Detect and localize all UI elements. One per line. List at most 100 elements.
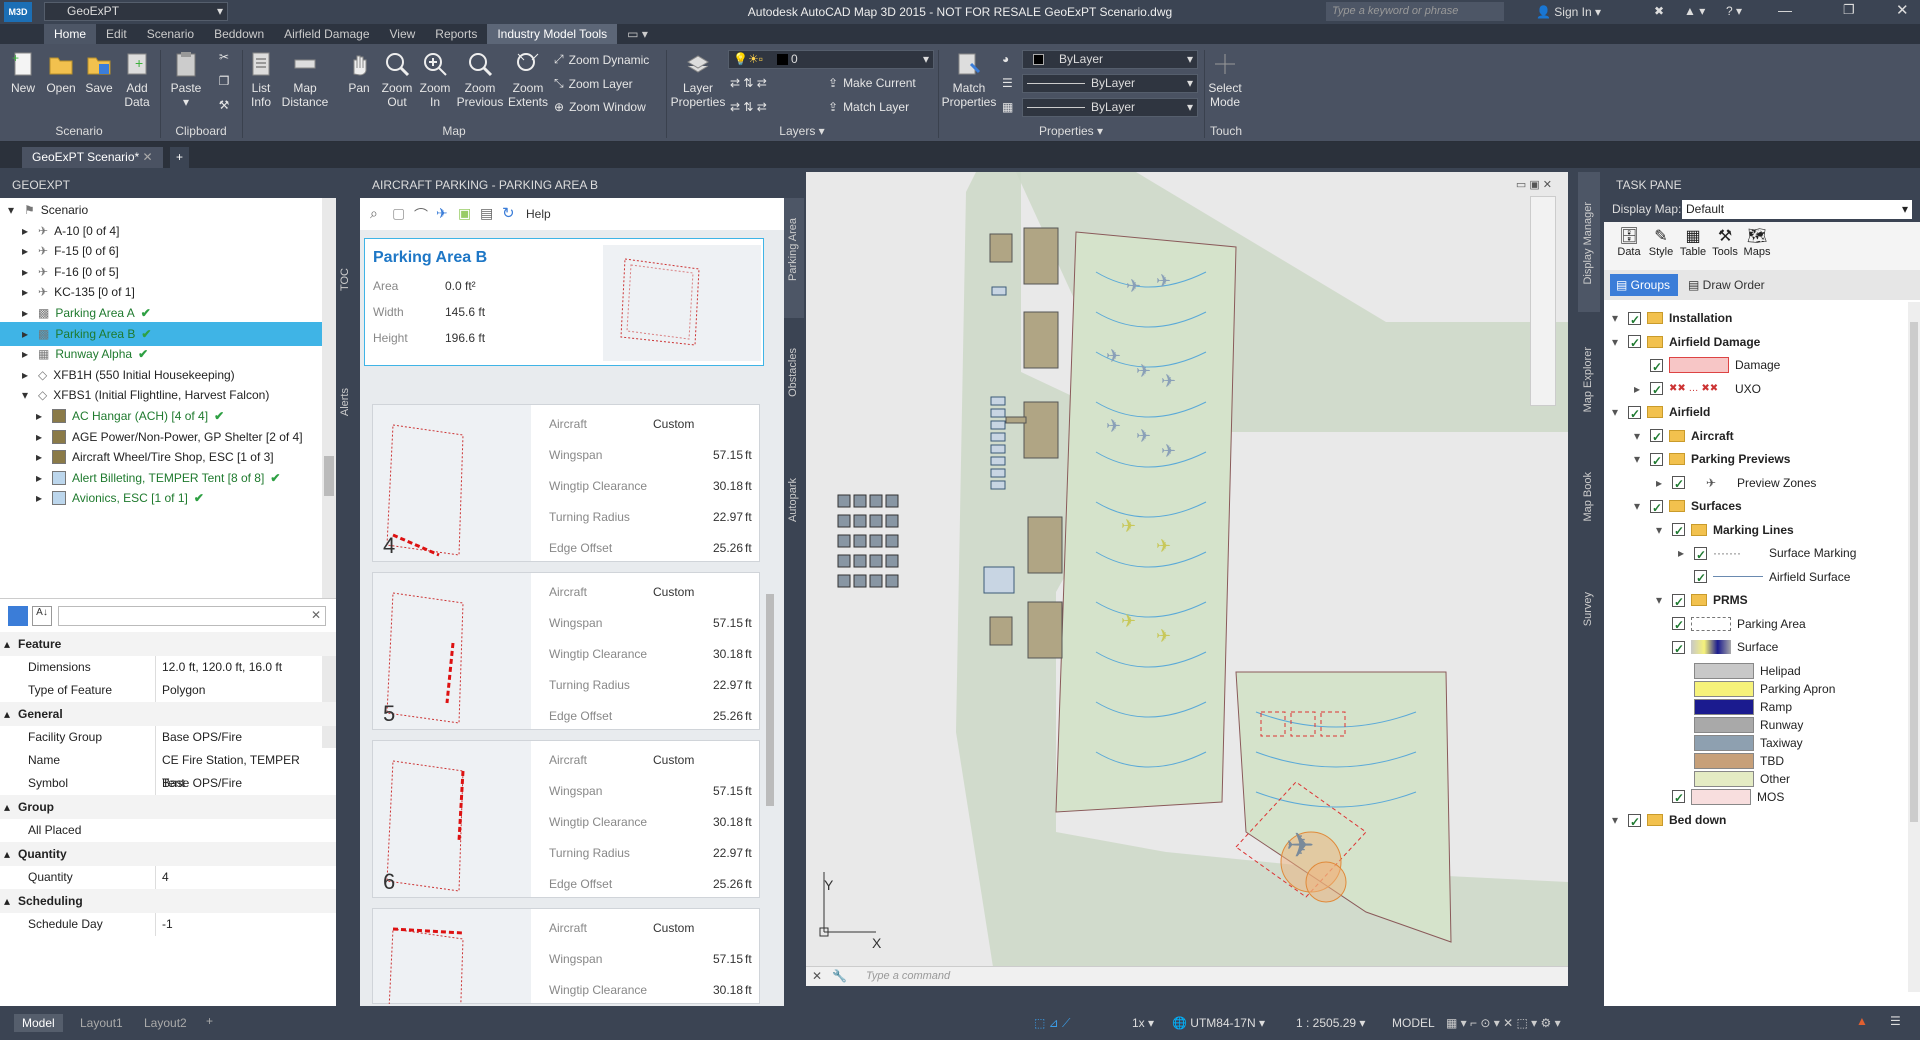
spot-field-value[interactable]: 25.26 <box>653 877 743 891</box>
tab-map-explorer[interactable]: Map Explorer <box>1582 347 1594 412</box>
spot-field-value[interactable]: 25.26 <box>653 709 743 723</box>
chevron-right-icon[interactable]: ▾ <box>1612 808 1622 832</box>
menu-icon[interactable]: ☰ <box>1890 1014 1901 1028</box>
layer-checkbox[interactable] <box>1650 378 1663 402</box>
property-section[interactable]: ▴ Quantity <box>0 842 336 866</box>
tab-survey[interactable]: Survey <box>1582 592 1594 626</box>
spot-field-value[interactable]: Custom <box>653 585 743 599</box>
sort-az-icon[interactable]: A↓ <box>32 606 52 626</box>
match-button[interactable]: ⚒ <box>214 98 234 112</box>
spot-field-value[interactable]: 57.15 <box>653 448 743 462</box>
groups-button[interactable]: ▤ Groups <box>1610 274 1678 296</box>
property-row[interactable]: Symbol Base OPS/Fire <box>0 772 322 795</box>
tool-maps-button[interactable]: 🗺 Maps <box>1742 226 1772 258</box>
tab-display-manager[interactable]: Display Manager <box>1582 202 1594 285</box>
select-icon[interactable]: ▢ <box>392 205 405 222</box>
tab-view[interactable]: View <box>380 24 426 44</box>
chevron-right-icon[interactable]: ▸ <box>36 486 46 510</box>
lineweight-icon[interactable]: ☰ <box>1002 76 1013 90</box>
layer-checkbox[interactable] <box>1672 637 1685 661</box>
property-section[interactable]: ▴ Feature <box>0 632 336 656</box>
match-layer-button[interactable]: ⇪ Match Layer <box>828 100 909 114</box>
property-search-input[interactable]: ✕ <box>58 606 326 626</box>
spot-field-value[interactable]: 22.97 <box>653 678 743 692</box>
layer-item[interactable]: Surface <box>1656 635 1778 661</box>
save-icon[interactable]: ▤ <box>480 205 493 222</box>
layer-item[interactable]: Damage <box>1634 353 1780 379</box>
layer-item[interactable]: ▸ ✈ Preview Zones <box>1656 471 1816 496</box>
zoom-previous-button[interactable]: Zoom Previous <box>456 50 504 109</box>
search-icon[interactable]: ⌕ <box>370 205 378 222</box>
model-space-button[interactable]: MODEL <box>1392 1016 1435 1030</box>
pan-button[interactable]: Pan <box>344 50 374 95</box>
workspace-combo[interactable]: GeoExPT ▾ <box>44 2 228 21</box>
layer-checkbox[interactable] <box>1650 496 1663 520</box>
spot-field-value[interactable]: 30.18 <box>653 647 743 661</box>
property-section[interactable]: ▴ General <box>0 702 336 726</box>
property-row[interactable]: Schedule Day -1 <box>0 913 322 936</box>
group-properties[interactable]: Properties ▾ <box>940 124 1202 138</box>
spot-field-value[interactable]: 57.15 <box>653 952 743 966</box>
property-row[interactable]: Facility Group Base OPS/Fire <box>0 726 322 749</box>
map-canvas[interactable]: ✈ ✈ ✈ ✈ ✈ ✈ ✈ ✈ ✈ ✈ ✈ ✈ ✈ Y X ▭ ▣ ✕ ✕ 🔧 … <box>806 172 1568 986</box>
tool-data-button[interactable]: 🗄 Data <box>1614 226 1644 258</box>
clear-icon[interactable]: ✕ <box>311 608 321 622</box>
tab-model[interactable]: Model <box>14 1014 63 1032</box>
add-data-button[interactable]: + Add Data <box>120 50 154 109</box>
add-layout-button[interactable]: + <box>206 1014 213 1028</box>
spot-field-value[interactable]: 22.97 <box>653 846 743 860</box>
chevron-right-icon[interactable]: ▸ <box>1634 377 1644 401</box>
layer-item[interactable]: ▾ PRMS <box>1656 588 1748 614</box>
tab-reports[interactable]: Reports <box>425 24 487 44</box>
property-value[interactable]: Base OPS/Fire <box>155 772 315 795</box>
color-combo[interactable]: ByLayer ▾ <box>1022 50 1198 69</box>
make-current-button[interactable]: ⇪ Make Current <box>828 76 916 90</box>
layer-tool-icons[interactable]: ⇄ ⇅ ⇄ <box>730 76 767 90</box>
layer-checkbox[interactable] <box>1628 331 1641 355</box>
map-scale[interactable]: 1 : 2505.29 ▾ <box>1296 1016 1365 1030</box>
tab-obstacles[interactable]: Obstacles <box>787 348 799 397</box>
tab-layout2[interactable]: Layout2 <box>144 1016 187 1030</box>
chevron-right-icon[interactable]: ▸ <box>1678 541 1688 565</box>
layer-item[interactable]: ▾ Surfaces <box>1634 494 1742 520</box>
tool-style-button[interactable]: ✎ Style <box>1646 226 1676 258</box>
layer-item[interactable]: ▾ Airfield Damage <box>1612 330 1760 355</box>
chevron-right-icon[interactable]: ▸ <box>1656 471 1666 495</box>
paste-button[interactable]: Paste ▾ <box>166 50 206 109</box>
zoom-layer-button[interactable]: ⤡ Zoom Layer <box>554 76 633 91</box>
zoom-out-button[interactable]: Zoom Out <box>380 50 414 109</box>
arc-icon[interactable]: ⌒ <box>414 205 428 225</box>
property-row[interactable]: Quantity 4 <box>0 866 322 889</box>
layer-item[interactable]: ▾ Installation <box>1612 306 1732 332</box>
spot-field-value[interactable]: 30.18 <box>653 479 743 493</box>
scrollbar-thumb[interactable] <box>1910 322 1918 822</box>
search-input[interactable]: Type a keyword or phrase <box>1326 2 1504 21</box>
help-icon[interactable]: ? ▾ <box>1726 4 1742 18</box>
copy-button[interactable]: ❐ <box>214 74 234 88</box>
property-row[interactable]: Dimensions 12.0 ft, 120.0 ft, 16.0 ft <box>0 656 322 679</box>
command-line[interactable]: ✕ 🔧 Type a command <box>806 966 1568 986</box>
categorized-icon[interactable] <box>8 606 28 626</box>
property-row[interactable]: All Placed <box>0 819 322 842</box>
wrench-icon[interactable]: 🔧 <box>832 969 847 983</box>
spot-field-value[interactable]: 22.97 <box>653 510 743 524</box>
spot-field-value[interactable]: 30.18 <box>653 983 743 997</box>
open-button[interactable]: Open <box>44 50 78 95</box>
chevron-right-icon[interactable]: ▾ <box>1634 447 1644 471</box>
chevron-right-icon[interactable]: ▾ <box>1612 400 1622 424</box>
color-wheel-icon[interactable]: ◕ <box>1002 52 1009 66</box>
property-value[interactable]: 4 <box>155 866 315 889</box>
spot-field-value[interactable]: Custom <box>653 753 743 767</box>
spot-field-value[interactable]: 57.15 <box>653 784 743 798</box>
tab-edit[interactable]: Edit <box>96 24 137 44</box>
viewport-controls[interactable]: ▭ ▣ ✕ <box>1516 178 1552 191</box>
layer-checkbox[interactable] <box>1694 543 1707 567</box>
scrollbar-thumb[interactable] <box>766 594 774 806</box>
layer-tree-scrollbar[interactable] <box>1908 302 1920 992</box>
spot-field-value[interactable]: 57.15 <box>653 616 743 630</box>
tab-alerts[interactable]: Alerts <box>339 388 351 416</box>
save-button[interactable]: Save <box>82 50 116 95</box>
linetype-combo[interactable]: ByLayer ▾ <box>1022 98 1198 117</box>
layer-item[interactable]: MOS <box>1656 785 1784 810</box>
zoom-in-button[interactable]: Zoom In <box>418 50 452 109</box>
